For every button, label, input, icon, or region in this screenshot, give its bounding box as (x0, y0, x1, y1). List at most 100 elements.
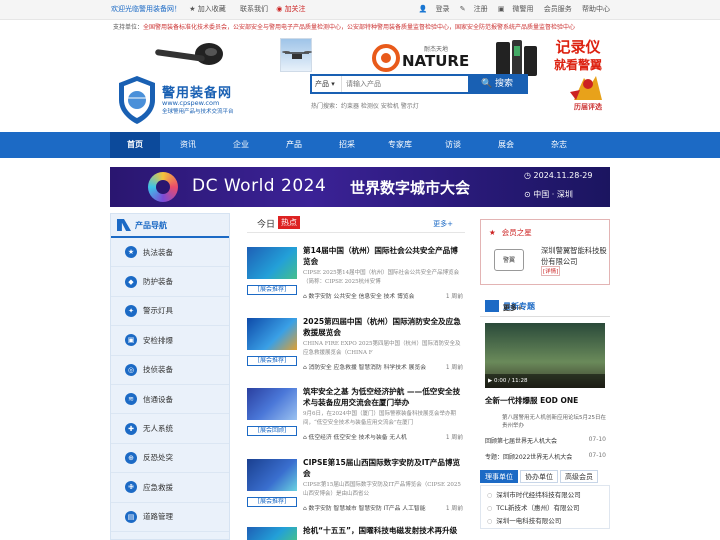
road-icon: ▤ (125, 510, 137, 523)
microphone-ad-image[interactable] (147, 40, 237, 70)
news-thumbnail[interactable] (247, 527, 297, 540)
sidebar-item-rescue[interactable]: ✙ 应急救援 (111, 473, 229, 503)
nature-sub-text: 耐杰天地 (424, 45, 448, 53)
welcome-text: 欢迎光临警用装备网！ (111, 5, 181, 13)
shield-logo-icon (119, 76, 155, 124)
search-bar: 产品 ▾ 🔍 搜索 (310, 74, 528, 94)
news-thumbnail[interactable] (247, 388, 297, 420)
news-title[interactable]: 筑牢安全之基 为低空经济护航 ——低空安全技术与装备应用交流会在厦门举办 (303, 386, 465, 408)
badge-icon: ★ (125, 246, 137, 259)
drone-ad-image[interactable] (280, 38, 312, 72)
sidebar-item-communication[interactable]: ≋ 信通设备 (111, 385, 229, 415)
weibo-link[interactable]: ▣ 微警用 (498, 5, 534, 13)
product-nav-sidebar: 产品导航 ★ 执法装备 ◆ 防护装备 ✦ 警示灯具 ▣ 安检排爆 ◎ 技侦装备 ≋ 信通设备… (110, 213, 230, 540)
sidebar-item-law-enforcement[interactable]: ★ 执法装备 (111, 238, 229, 268)
news-title[interactable]: 2025第四届中国（杭州）国际消防安全及应急救援展览会 (303, 316, 465, 338)
past-awards-link[interactable]: 历届评选 (566, 72, 610, 114)
news-title[interactable]: 抢机“十五五”，国曜科技电磁发射技术再升级 (303, 525, 465, 536)
member-detail-link[interactable]: [详情] (541, 266, 561, 276)
news-tag[interactable]: [展会回顾] (247, 426, 297, 436)
sidebar-item-forensics[interactable]: ◎ 技侦装备 (111, 356, 229, 385)
login-link[interactable]: 👤 登录 (419, 5, 450, 13)
nav-item-magazine[interactable]: 杂志 (534, 132, 584, 158)
news-item[interactable]: [展会推荐] 2025第四届中国（杭州）国际消防安全及应急救援展览会 CHINA… (247, 316, 465, 383)
news-title[interactable]: CIPSE第15届山西国际数字安防及IT产品博览会 (303, 457, 465, 479)
sidebar-item-unmanned[interactable]: ✚ 无人系统 (111, 414, 229, 444)
list-item[interactable]: 深圳一电科技有限公司 (487, 515, 609, 528)
register-link[interactable]: ✎ 注册 (460, 5, 488, 13)
banner-location: ⊙ 中国 · 深圳 (524, 190, 573, 199)
nav-item-exhibitions[interactable]: 展会 (481, 132, 531, 158)
help-link[interactable]: 帮助中心 (582, 5, 610, 13)
news-title[interactable]: 第14届中国（杭州）国际社会公共安全产品博览会 (303, 245, 465, 267)
logo-url: www.cpspew.com (162, 99, 220, 107)
dc-world-banner[interactable]: DC World 2024 世界数字城市大会 ◷ 2024.11.28-29 ⊙… (110, 167, 610, 207)
logo-slogan: 全球警用产品与技术交流平台 (162, 109, 234, 115)
news-desc: 9月6日，在2024中国（厦门）国际警察装备科技展览会举办期间，“低空安全技术与… (303, 411, 456, 426)
news-time: 1 周前 (445, 365, 463, 371)
play-icon[interactable]: ▶ (488, 378, 492, 384)
list-item[interactable]: TCL新技术（惠州）有限公司 (487, 502, 609, 515)
nav-item-experts[interactable]: 专家库 (375, 132, 425, 158)
tab-co-organizers[interactable]: 协办单位 (520, 470, 558, 483)
search-category-select[interactable]: 产品 ▾ (312, 76, 342, 92)
dc-world-logo-icon (148, 172, 178, 202)
nav-item-interviews[interactable]: 访谈 (428, 132, 478, 158)
hot-badge: 热点 (278, 216, 300, 229)
drone-icon (282, 51, 312, 59)
list-item[interactable]: 深圳市时代经纬科技有限公司 (487, 489, 609, 502)
banner-title-cn: 世界数字城市大会 (350, 179, 471, 197)
member-name[interactable]: 深圳警翼智能科技股份有限公司 (541, 245, 607, 267)
news-tag[interactable]: [展会推荐] (247, 497, 297, 507)
sidebar-item-security-check[interactable]: ▣ 安检排爆 (111, 326, 229, 356)
follow-link[interactable]: ◉ 加关注 (276, 5, 311, 13)
news-desc: CIPSE第15届山西国际数字安防及IT产品博览会（CIPSE 2025山西安博… (303, 482, 461, 497)
news-tag[interactable]: [展会推荐] (247, 285, 297, 295)
nav-item-products[interactable]: 产品 (269, 132, 319, 158)
search-button[interactable]: 🔍 搜索 (468, 76, 526, 92)
tab-council-members[interactable]: 理事单位 (480, 470, 518, 483)
add-favorite-link[interactable]: ★ 加入收藏 (189, 5, 232, 13)
hot-keywords[interactable]: 热门搜索：约束器 检测仪 安检机 警示灯 (311, 101, 419, 110)
tab-senior-members[interactable]: 高级会员 (560, 470, 598, 483)
tag-icon: ⌂ (303, 294, 307, 300)
banner-title-en: DC World 2024 (192, 176, 327, 196)
news-thumbnail[interactable] (247, 247, 297, 279)
news-thumbnail[interactable] (247, 318, 297, 350)
target-icon: ⊕ (125, 451, 137, 464)
sidebar-item-warning-lights[interactable]: ✦ 警示灯具 (111, 297, 229, 327)
site-logo[interactable]: 警用装备网 www.cpspew.com 全球警用产品与技术交流平台 (115, 70, 245, 126)
news-keywords: ⌂ 数字安防 智慧城市 智慧安防 IT产品 人工智能 (303, 506, 426, 512)
topic-video-player[interactable]: ▶ 0:00 / 11:28 (485, 323, 605, 388)
sidebar-item-counter-terror[interactable]: ⊕ 反恐处突 (111, 444, 229, 474)
video-desc: 第八届警用无人机创新应用论坛5月25日在贵州举办 (502, 415, 606, 429)
topic-more-link[interactable]: 更多+ (503, 303, 600, 313)
sidebar-item-road[interactable]: ▤ 道路管理 (111, 503, 229, 532)
nav-item-home[interactable]: 首页 (110, 132, 160, 158)
news-item[interactable]: 抢机“十五五”，国曜科技电磁发射技术再升级 (247, 525, 465, 540)
search-icon: 🔍 (480, 79, 493, 89)
news-item[interactable]: [展会推荐] 第14届中国（杭州）国际社会公共安全产品博览会 CIPSE 202… (247, 245, 465, 312)
news-thumbnail[interactable] (247, 459, 297, 491)
topic-link[interactable]: 回顾第七届世界无人机大会 07-10 (485, 436, 610, 446)
today-more-link[interactable]: 更多+ (433, 219, 453, 229)
nature-ad-logo[interactable]: NATURE 耐杰天地 (372, 42, 474, 72)
news-item[interactable]: [展会推荐] CIPSE第15届山西国际数字安防及IT产品博览会 CIPSE第1… (247, 457, 465, 524)
device-ad-image[interactable] (494, 38, 538, 78)
nav-item-procurement[interactable]: 招采 (322, 132, 372, 158)
video-title[interactable]: 全新一代排爆服 EOD ONE (485, 395, 610, 406)
magnifier-icon: ◎ (125, 363, 137, 376)
contact-link[interactable]: 联系我们 (240, 5, 268, 13)
scan-icon: ▣ (125, 334, 137, 347)
nav-item-news[interactable]: 资讯 (163, 132, 213, 158)
sidebar-item-protection[interactable]: ◆ 防护装备 (111, 267, 229, 297)
news-item[interactable]: [展会回顾] 筑牢安全之基 为低空经济护航 ——低空安全技术与装备应用交流会在厦… (247, 386, 465, 453)
news-tag[interactable]: [展会推荐] (247, 356, 297, 366)
video-controls[interactable]: ▶ 0:00 / 11:28 (485, 374, 605, 388)
member-logo[interactable]: 警翼 (494, 249, 524, 271)
topic-link[interactable]: 专题：回顾2022世界无人机大会 07-10 (485, 452, 610, 462)
nav-item-companies[interactable]: 企业 (216, 132, 266, 158)
topic-header: 最新专题 更多+ (480, 293, 610, 317)
search-input[interactable] (342, 76, 468, 92)
member-service-link[interactable]: 会员服务 (544, 5, 572, 13)
